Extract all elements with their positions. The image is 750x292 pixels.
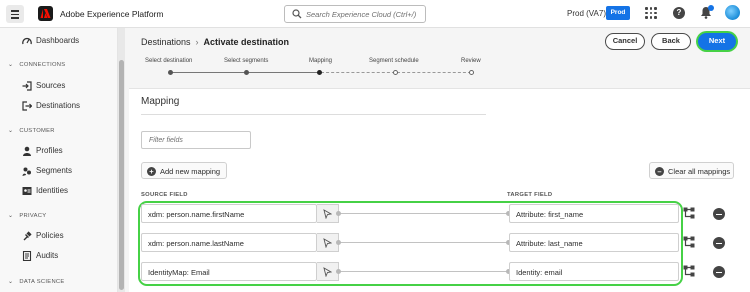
mapping-connector xyxy=(339,242,509,243)
search-input[interactable]: Search Experience Cloud (Ctrl+/) xyxy=(284,5,426,23)
mapping-row: xdm: person.name.lastName Attribute: las… xyxy=(141,233,683,253)
help-icon[interactable]: ? xyxy=(673,7,685,19)
step-label-select-destination[interactable]: Select destination xyxy=(145,58,192,64)
connector-dot xyxy=(336,269,341,274)
connector-dot xyxy=(336,240,341,245)
sidebar-section-privacy[interactable]: ⌄ PRIVACY xyxy=(8,212,46,219)
chevron-down-icon: ⌄ xyxy=(8,128,14,134)
add-icon: + xyxy=(147,166,156,176)
dashboard-icon xyxy=(22,37,32,45)
mapping-row: xdm: person.name.firstName Attribute: fi… xyxy=(141,204,683,224)
source-field[interactable]: xdm: person.name.lastName xyxy=(141,233,317,252)
sidebar-scrollbar[interactable] xyxy=(118,28,125,292)
chevron-down-icon: ⌄ xyxy=(8,279,14,285)
step-dot-pending xyxy=(469,70,474,75)
menu-icon[interactable] xyxy=(6,5,24,23)
segments-icon xyxy=(22,167,31,176)
sidebar-section-customer[interactable]: ⌄ CUSTOMER xyxy=(8,127,55,134)
identities-icon xyxy=(22,187,32,195)
progress-stepper: Select destination Select segments Mappi… xyxy=(145,58,585,78)
step-dot-pending xyxy=(393,70,398,75)
target-field[interactable]: Attribute: last_name xyxy=(509,233,679,252)
sidebar-section-connections[interactable]: ⌄ CONNECTIONS xyxy=(8,61,65,68)
sources-icon xyxy=(22,81,32,91)
step-dot-done xyxy=(244,70,249,75)
mapping-options-icon[interactable] xyxy=(683,207,695,219)
step-dot-current xyxy=(317,70,322,75)
filter-fields-input[interactable]: Filter fields xyxy=(141,131,251,149)
section-title: Mapping xyxy=(141,96,180,107)
step-label-segment-schedule: Segment schedule xyxy=(369,58,419,64)
filter-placeholder: Filter fields xyxy=(149,137,183,144)
page-title: Activate destination xyxy=(203,37,290,47)
policies-icon xyxy=(23,231,32,241)
clear-all-mappings-button[interactable]: – Clear all mappings xyxy=(649,162,734,179)
sidebar: Dashboards ⌄ CONNECTIONS Sources Destinat… xyxy=(0,28,118,292)
profile-icon xyxy=(23,146,31,156)
back-button[interactable]: Back xyxy=(651,33,691,50)
app-title[interactable]: Adobe Experience Platform xyxy=(60,9,163,19)
remove-mapping-icon[interactable] xyxy=(713,266,725,278)
chevron-down-icon: ⌄ xyxy=(8,62,14,68)
mapping-connector xyxy=(339,271,509,272)
target-field[interactable]: Identity: email xyxy=(509,262,679,281)
destinations-icon xyxy=(22,101,32,111)
mapping-connector xyxy=(339,213,509,214)
adobe-logo xyxy=(38,6,53,21)
audits-icon xyxy=(22,251,32,261)
step-label-select-segments[interactable]: Select segments xyxy=(224,58,268,64)
breadcrumb: Destinations › Activate destination xyxy=(141,37,289,47)
remove-mapping-icon[interactable] xyxy=(713,237,725,249)
sandbox-badge[interactable]: Prod xyxy=(606,6,630,20)
mapping-row: IdentityMap: Email Identity: email xyxy=(141,262,683,282)
step-dot-done xyxy=(168,70,173,75)
top-bar: Adobe Experience Platform Search Experie… xyxy=(0,0,750,28)
remove-circle-icon: – xyxy=(655,166,664,176)
remove-mapping-icon[interactable] xyxy=(713,208,725,220)
search-icon xyxy=(292,9,302,19)
source-field[interactable]: xdm: person.name.firstName xyxy=(141,204,317,223)
chevron-down-icon: ⌄ xyxy=(8,213,14,219)
target-field[interactable]: Attribute: first_name xyxy=(509,204,679,223)
notifications-icon[interactable] xyxy=(700,5,714,21)
app-switcher-icon[interactable] xyxy=(645,7,657,19)
source-field[interactable]: IdentityMap: Email xyxy=(141,262,317,281)
connector-dot xyxy=(336,211,341,216)
step-label-mapping: Mapping xyxy=(309,58,333,64)
org-switcher[interactable]: Prod (VA7) xyxy=(567,9,606,18)
mapping-options-icon[interactable] xyxy=(683,236,695,248)
sidebar-section-data-science[interactable]: ⌄ DATA SCIENCE xyxy=(8,278,65,285)
step-label-review: Review xyxy=(461,58,481,64)
target-field-header: TARGET FIELD xyxy=(507,192,553,198)
divider xyxy=(141,114,486,115)
add-new-mapping-button[interactable]: + Add new mapping xyxy=(141,162,227,179)
breadcrumb-separator: › xyxy=(195,37,199,47)
avatar[interactable] xyxy=(725,5,740,20)
search-placeholder: Search Experience Cloud (Ctrl+/) xyxy=(306,10,417,19)
source-field-header: SOURCE FIELD xyxy=(141,192,188,198)
cancel-button[interactable]: Cancel xyxy=(605,33,645,50)
breadcrumb-link-destinations[interactable]: Destinations xyxy=(141,37,191,47)
next-button[interactable]: Next xyxy=(698,33,736,50)
mapping-options-icon[interactable] xyxy=(683,265,695,277)
